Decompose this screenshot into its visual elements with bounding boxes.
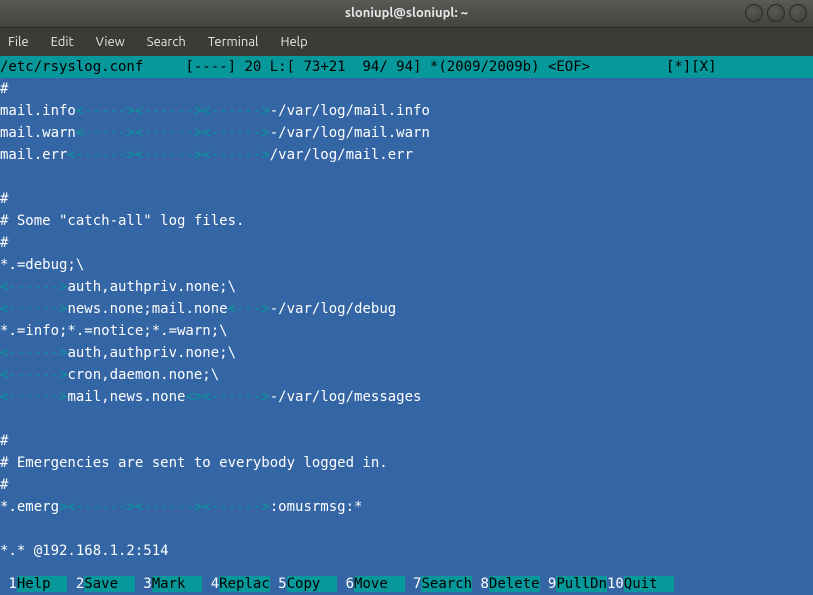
editor-line: mail.warn<-----><------><------>-/var/lo… xyxy=(0,122,813,144)
editor-line: <------>mail,news.none<><------>-/var/lo… xyxy=(0,386,813,408)
editor-line xyxy=(0,166,813,188)
window-title: sloniupl@sloniupl: ~ xyxy=(345,3,468,23)
editor-line: # xyxy=(0,232,813,254)
editor-line xyxy=(0,408,813,430)
editor-body: # mail.info<-----><------><------>-/var/… xyxy=(0,78,813,562)
status-file: /etc/rsyslog.conf xyxy=(0,59,143,75)
editor-line: <------>auth,authpriv.none;\ xyxy=(0,342,813,364)
menu-view[interactable]: View xyxy=(96,32,125,52)
editor-line: # xyxy=(0,78,813,100)
fkey-copy[interactable]: 5Copy xyxy=(270,573,337,595)
fkey-move[interactable]: 6Move xyxy=(337,573,404,595)
status-flags: [----] xyxy=(185,59,236,75)
editor-line: # xyxy=(0,188,813,210)
menu-help[interactable]: Help xyxy=(280,32,307,52)
fkey-search[interactable]: 7Search xyxy=(405,573,472,595)
menu-terminal[interactable]: Terminal xyxy=(208,32,259,52)
titlebar: sloniupl@sloniupl: ~ xyxy=(0,0,813,28)
menu-search[interactable]: Search xyxy=(147,32,186,52)
menubar: File Edit View Search Terminal Help xyxy=(0,28,813,56)
editor-line: <------>auth,authpriv.none;\ xyxy=(0,276,813,298)
editor-line: *.=debug;\ xyxy=(0,254,813,276)
status-eof: <EOF> xyxy=(548,59,590,75)
fkey-quit[interactable]: 10Quit xyxy=(607,573,674,595)
fkey-save[interactable]: 2Save xyxy=(67,573,134,595)
fkey-replace[interactable]: 4Replac xyxy=(202,573,269,595)
editor-line: <------>news.none;mail.none<--->-/var/lo… xyxy=(0,298,813,320)
editor-line: # Some "catch-all" log files. xyxy=(0,210,813,232)
window-controls xyxy=(745,4,807,22)
status-tail: [*][X] xyxy=(666,59,717,75)
editor-line: *.=info;*.=notice;*.=warn;\ xyxy=(0,320,813,342)
editor-line xyxy=(0,518,813,540)
terminal[interactable]: /etc/rsyslog.conf [----] 20 L:[ 73+21 94… xyxy=(0,56,813,595)
editor-status-line: /etc/rsyslog.conf [----] 20 L:[ 73+21 94… xyxy=(0,56,813,78)
menu-file[interactable]: File xyxy=(8,32,29,52)
editor-line: mail.err<------><------><------>/var/log… xyxy=(0,144,813,166)
editor-line: # xyxy=(0,430,813,452)
editor-line: # Emergencies are sent to everybody logg… xyxy=(0,452,813,474)
fkey-mark[interactable]: 3Mark xyxy=(135,573,202,595)
minimize-icon[interactable] xyxy=(745,4,763,22)
status-col: 20 L:[ 73+21 94/ 94] xyxy=(244,59,421,75)
maximize-icon[interactable] xyxy=(767,4,785,22)
menu-edit[interactable]: Edit xyxy=(51,32,74,52)
editor-line: mail.info<-----><------><------>-/var/lo… xyxy=(0,100,813,122)
fkey-pulldown[interactable]: 9PullDn xyxy=(540,573,607,595)
status-charset: *(2009/2009b) xyxy=(430,59,540,75)
editor-fkey-bar: 1Help 2Save 3Mark 4Replac 5Copy 6Move 7S… xyxy=(0,573,813,595)
window-frame: sloniupl@sloniupl: ~ File Edit View Sear… xyxy=(0,0,813,595)
editor-line: <------>cron,daemon.none;\ xyxy=(0,364,813,386)
fkey-delete[interactable]: 8Delete xyxy=(472,573,539,595)
editor-line: *.* @192.168.1.2:514 xyxy=(0,540,813,562)
editor-line: *.emerg><------><------><------>:omusrms… xyxy=(0,496,813,518)
close-icon[interactable] xyxy=(789,4,807,22)
editor-line: # xyxy=(0,474,813,496)
fkey-help[interactable]: 1Help xyxy=(0,573,67,595)
